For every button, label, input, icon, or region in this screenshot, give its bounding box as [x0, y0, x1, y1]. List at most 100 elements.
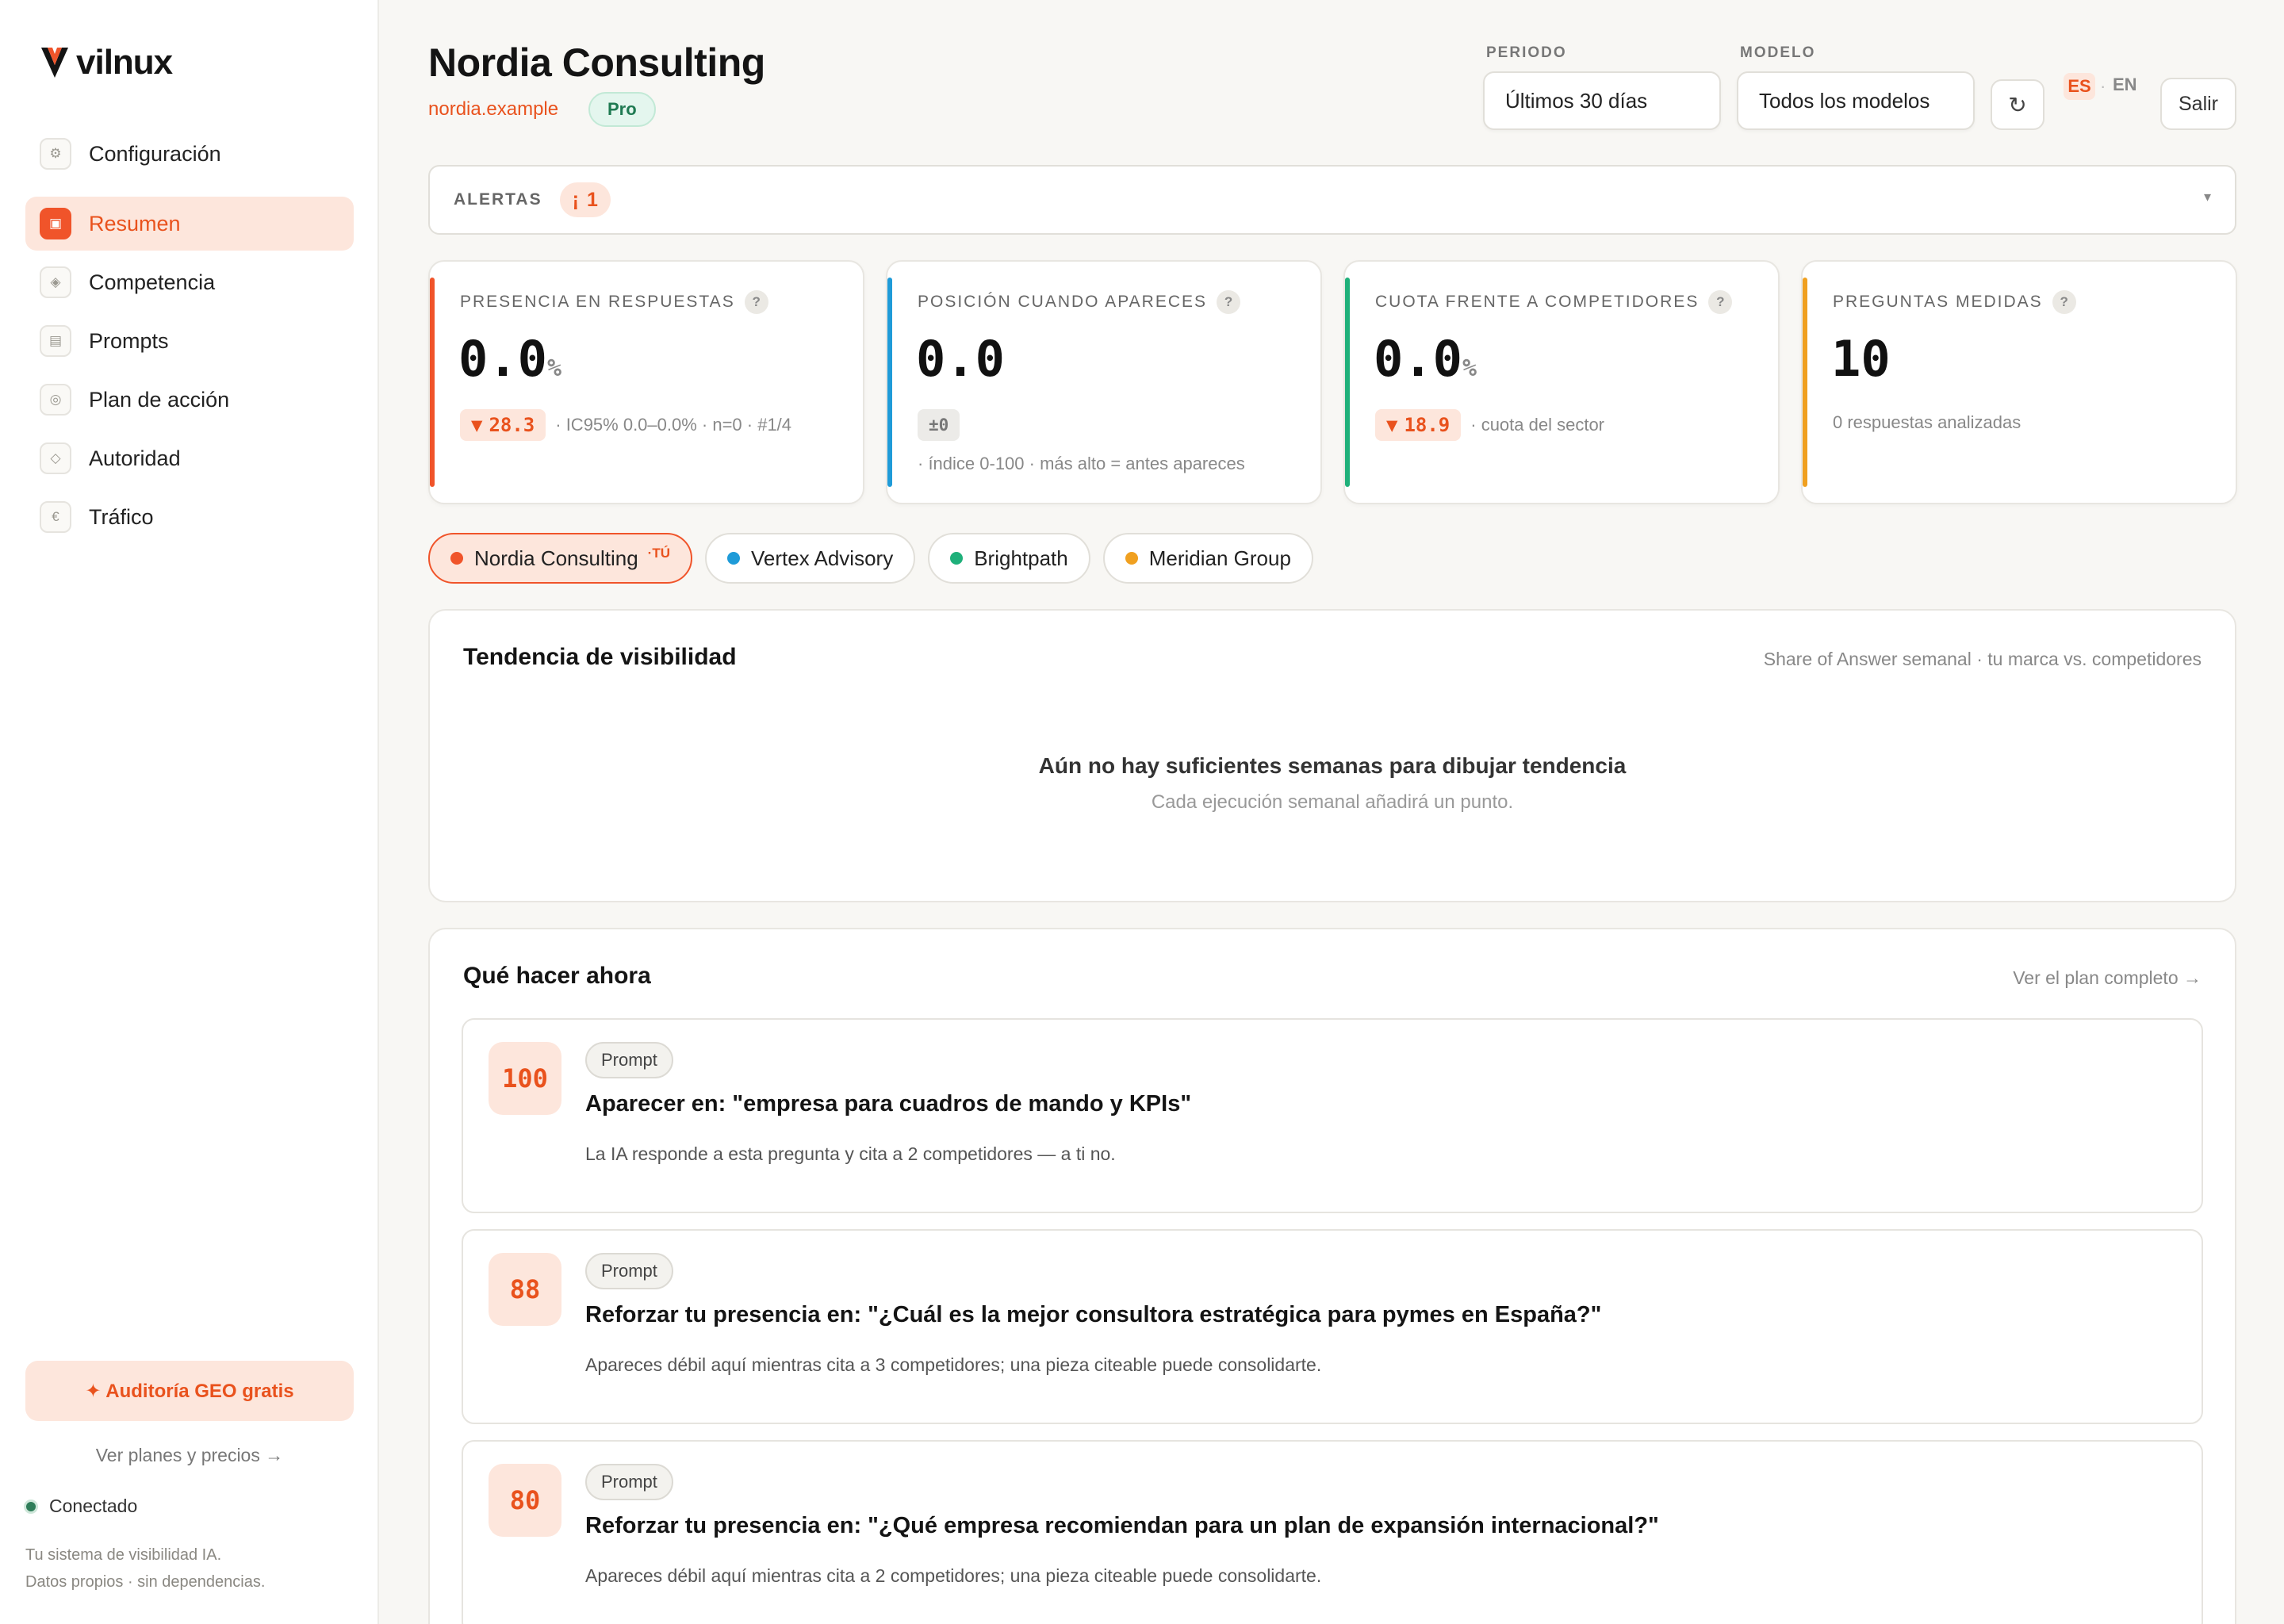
brand-pill-nordia[interactable]: Nordia Consulting ·TÚ — [428, 533, 692, 584]
action-title: Aparecer en: "empresa para cuadros de ma… — [585, 1091, 1192, 1116]
diamond-outline-icon: ◇ — [40, 442, 71, 474]
help-icon[interactable]: ? — [1217, 290, 1241, 314]
kpi-label: PRESENCIA EN RESPUESTAS ? — [460, 290, 768, 314]
kpi-value-number: 0.0 — [1374, 330, 1462, 388]
help-icon[interactable]: ? — [2052, 290, 2076, 314]
alerts-count: 1 — [586, 188, 598, 211]
connection-status: Conectado — [24, 1496, 137, 1517]
sidebar-item-label: Plan de acción — [89, 387, 230, 412]
status-dot-icon — [24, 1499, 38, 1514]
model-label: MODELO — [1740, 44, 1816, 61]
kpi-label: CUOTA FRENTE A COMPETIDORES ? — [1375, 290, 1733, 314]
kpi-label-text: POSICIÓN CUANDO APARECES — [918, 293, 1208, 311]
refresh-icon: ↻ — [2008, 92, 2027, 117]
target-icon: ◎ — [40, 384, 71, 416]
brand-pill-brightpath[interactable]: Brightpath — [928, 533, 1090, 584]
kpi-label: PREGUNTAS MEDIDAS ? — [1833, 290, 2076, 314]
brand-pill-vertex[interactable]: Vertex Advisory — [705, 533, 916, 584]
panel-title: Qué hacer ahora — [463, 963, 651, 989]
action-title: Reforzar tu presencia en: "¿Qué empresa … — [585, 1513, 1659, 1538]
panel-subtitle: Share of Answer semanal · tu marca vs. c… — [1763, 649, 2202, 669]
help-icon[interactable]: ? — [744, 290, 768, 314]
lang-es-button[interactable]: ES — [2064, 73, 2095, 100]
chevron-down-icon[interactable]: ▾ — [2204, 189, 2211, 205]
kpi-unit: % — [546, 354, 562, 382]
action-description: Apareces débil aquí mientras cita a 3 co… — [585, 1354, 1322, 1375]
lang-separator: · — [2100, 76, 2106, 96]
sidebar-item-configuracion[interactable]: ⚙ Configuración — [25, 127, 354, 181]
sidebar-item-label: Configuración — [89, 141, 221, 166]
plan-badge: Pro — [588, 92, 656, 127]
sidebar-item-prompts[interactable]: ▤ Prompts — [25, 314, 354, 368]
brand-dot-icon — [1125, 552, 1138, 565]
kpi-label-text: PRESENCIA EN RESPUESTAS — [460, 293, 735, 311]
brand-name: Nordia Consulting — [474, 546, 638, 570]
brand-name: Brightpath — [974, 546, 1068, 570]
kpi-value-number: 0.0 — [458, 330, 547, 388]
alerts-label: ALERTAS — [454, 190, 542, 209]
free-geo-audit-button[interactable]: ✦ Auditoría GEO gratis — [25, 1361, 354, 1421]
delta-badge: ±0 — [918, 409, 960, 441]
visibility-trend-panel: Tendencia de visibilidad Share of Answer… — [428, 609, 2236, 902]
kpi-value: 0.0% — [458, 330, 561, 388]
action-type-tag: Prompt — [585, 1464, 673, 1500]
brand-domain-link[interactable]: nordia.example — [428, 98, 558, 121]
delta-badge: ▼ 28.3 — [460, 409, 546, 441]
priority-score: 100 — [489, 1042, 561, 1115]
action-card[interactable]: 100 Prompt Aparecer en: "empresa para cu… — [462, 1018, 2203, 1213]
dashboard-icon: ▣ — [40, 208, 71, 239]
sidebar-item-competencia[interactable]: ◈ Competencia — [25, 255, 354, 309]
sidebar-item-autoridad[interactable]: ◇ Autoridad — [25, 431, 354, 485]
action-description: La IA responde a esta pregunta y cita a … — [585, 1143, 1116, 1164]
sidebar-nav: ⚙ Configuración ▣ Resumen ◈ Competencia … — [25, 127, 354, 549]
logo[interactable]: vilnux — [40, 43, 173, 82]
alerts-bar[interactable]: ALERTAS ¡ 1 ▾ — [428, 165, 2236, 235]
brand-dot-icon — [727, 552, 740, 565]
brand-pill-meridian[interactable]: Meridian Group — [1102, 533, 1313, 584]
full-plan-link[interactable]: Ver el plan completo → — [2013, 967, 2202, 989]
action-card[interactable]: 80 Prompt Reforzar tu presencia en: "¿Qu… — [462, 1440, 2203, 1624]
logout-button[interactable]: Salir — [2160, 78, 2236, 130]
sidebar-item-label: Autoridad — [89, 446, 181, 470]
plans-pricing-link[interactable]: Ver planes y precios → — [0, 1445, 379, 1466]
sidebar: vilnux ⚙ Configuración ▣ Resumen ◈ Compe… — [0, 0, 379, 1624]
model-select[interactable]: Todos los modelos — [1737, 71, 1975, 130]
kpi-value-number: 10 — [1831, 330, 1891, 388]
sidebar-item-resumen[interactable]: ▣ Resumen — [25, 197, 354, 251]
sidebar-footer-note: Tu sistema de visibilidad IA. Datos prop… — [25, 1542, 265, 1595]
period-select[interactable]: Últimos 30 días — [1483, 71, 1721, 130]
action-type-tag: Prompt — [585, 1042, 673, 1078]
priority-score: 80 — [489, 1464, 561, 1537]
priority-score: 88 — [489, 1253, 561, 1326]
sidebar-item-label: Prompts — [89, 328, 169, 353]
page-title: Nordia Consulting — [428, 40, 765, 85]
diamond-icon: ◈ — [40, 266, 71, 298]
brand-dot-icon — [450, 552, 463, 565]
help-icon[interactable]: ? — [1708, 290, 1733, 314]
you-tag: ·TÚ — [647, 546, 670, 561]
kpi-unit: % — [1462, 354, 1477, 382]
kpi-detail: · índice 0-100 · más alto = antes aparec… — [918, 454, 1245, 473]
kpi-detail-row: ▼ 18.9 · cuota del sector — [1375, 409, 1604, 441]
action-type-tag: Prompt — [585, 1253, 673, 1289]
sidebar-item-trafico[interactable]: € Tráfico — [25, 490, 354, 544]
arrow-down-icon: ▼ — [1386, 414, 1398, 436]
footer-line: Tu sistema de visibilidad IA. — [25, 1546, 222, 1564]
sidebar-item-plan-de-accion[interactable]: ◎ Plan de acción — [25, 373, 354, 427]
kpi-label: POSICIÓN CUANDO APARECES ? — [918, 290, 1241, 314]
brand-name: Meridian Group — [1148, 546, 1291, 570]
sidebar-item-label: Resumen — [89, 211, 181, 236]
refresh-button[interactable]: ↻ — [1991, 79, 2044, 130]
kpi-accent-bar — [1803, 278, 1807, 487]
kpi-card-position: POSICIÓN CUANDO APARECES ? 0.0 ±0 · índi… — [886, 260, 1322, 504]
footer-line: Datos propios · sin dependencias. — [25, 1573, 266, 1591]
delta-value: 28.3 — [489, 414, 535, 436]
action-title: Reforzar tu presencia en: "¿Cuál es la m… — [585, 1302, 1602, 1327]
action-card[interactable]: 88 Prompt Reforzar tu presencia en: "¿Cu… — [462, 1229, 2203, 1424]
lang-en-button[interactable]: EN — [2113, 75, 2137, 95]
kpi-value: 0.0% — [1374, 330, 1477, 388]
gear-icon: ⚙ — [40, 138, 71, 170]
kpi-value: 10 — [1831, 330, 1891, 388]
kpi-label-text: CUOTA FRENTE A COMPETIDORES — [1375, 293, 1700, 311]
empty-state-title: Aún no hay suficientes semanas para dibu… — [1038, 753, 1627, 778]
